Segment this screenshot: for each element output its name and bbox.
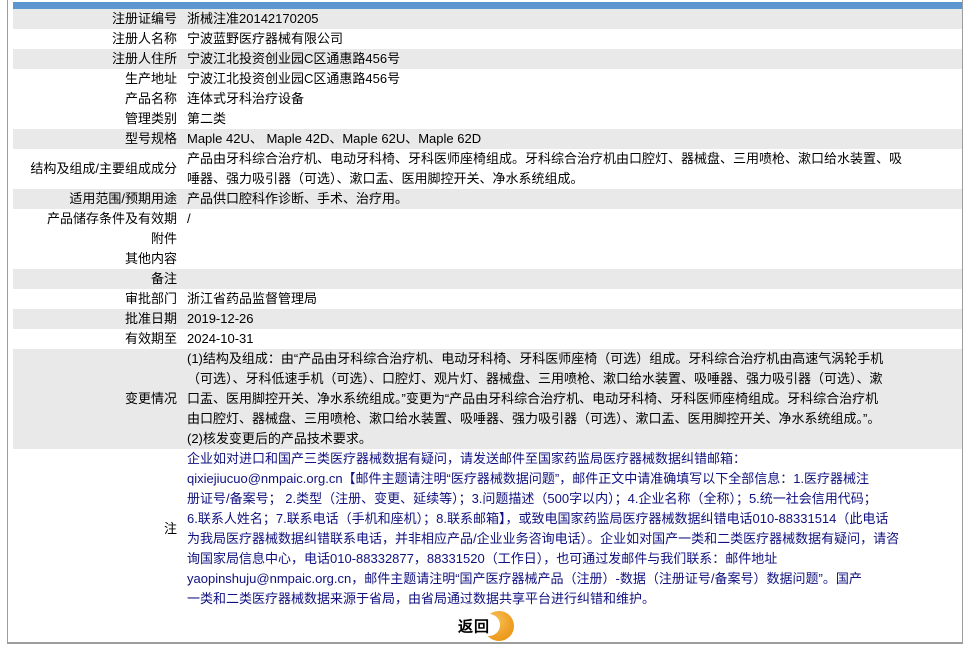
field-value: 2024-10-31 [187,331,254,346]
field-value: 浙械注准20142170205 [187,11,319,26]
table-row-management-class: 管理类别 第二类 [13,109,962,129]
field-label: 注 [163,521,177,536]
field-label: 审批部门 [124,291,177,306]
field-label: 结构及组成/主要组成成分 [30,161,177,176]
field-value: 第二类 [187,111,227,126]
field-value: (1)结构及组成：由“产品由牙科综合治疗机、电动牙科椅、牙科医师座椅（可选）组成… [187,351,884,446]
field-value: / [187,211,191,226]
field-label: 备注 [150,271,177,286]
field-label: 型号规格 [124,131,177,146]
table-row-structure-composition: 结构及组成/主要组成成分 产品由牙科综合治疗机、电动牙科椅、牙科医师座椅组成。牙… [13,149,962,189]
field-label: 有效期至 [124,331,177,346]
return-button[interactable]: 返回 [456,610,514,642]
field-label: 生产地址 [124,71,177,86]
field-label: 产品名称 [124,91,177,106]
field-value: 产品由牙科综合治疗机、电动牙科椅、牙科医师座椅组成。牙科综合治疗机由口腔灯、器械… [187,151,903,186]
field-value: 宁波蓝野医疗器械有限公司 [187,31,344,46]
table-row-change-history: 变更情况 (1)结构及组成：由“产品由牙科综合治疗机、电动牙科椅、牙科医师座椅（… [13,349,962,449]
table-row-model-spec: 型号规格 Maple 42U、 Maple 42D、Maple 62U、Mapl… [13,129,962,149]
field-label: 注册人名称 [111,31,177,46]
field-label: 变更情况 [124,391,177,406]
table-row-registrant-name: 注册人名称 宁波蓝野医疗器械有限公司 [13,29,962,49]
return-button-label: 返回 [458,618,491,636]
field-value: 宁波江北投资创业园C区通惠路456号 [187,71,401,86]
field-label: 产品储存条件及有效期 [46,211,177,226]
field-value: 2019-12-26 [187,311,254,326]
field-value: 宁波江北投资创业园C区通惠路456号 [187,51,401,66]
table-row-note: 注 企业如对进口和国产三类医疗器械数据有疑问，请发送邮件至国家药监局医疗器械数据… [13,449,962,609]
table-row-registrant-address: 注册人住所 宁波江北投资创业园C区通惠路456号 [13,49,962,69]
table-header-bar [13,2,962,9]
field-label: 适用范围/预期用途 [69,191,177,206]
registration-detail-page: 注册证编号 浙械注准20142170205 注册人名称 宁波蓝野医疗器械有限公司… [7,0,963,644]
table-row-certificate-number: 注册证编号 浙械注准20142170205 [13,9,962,29]
table-row-remarks: 备注 [13,269,962,289]
field-label: 注册证编号 [111,11,177,26]
table-row-intended-use: 适用范围/预期用途 产品供口腔科作诊断、手术、治疗用。 [13,189,962,209]
footer: 返回 [8,609,962,643]
table-row-approval-date: 批准日期 2019-12-26 [13,309,962,329]
field-value: 产品供口腔科作诊断、手术、治疗用。 [187,191,409,206]
field-value [181,269,962,289]
table-row-attachments: 附件 [13,229,962,249]
field-label: 附件 [150,231,177,246]
field-value: 浙江省药品监督管理局 [187,291,318,306]
table-row-product-name: 产品名称 连体式牙科治疗设备 [13,89,962,109]
field-label: 其他内容 [124,251,177,266]
field-value: 企业如对进口和国产三类医疗器械数据有疑问，请发送邮件至国家药监局医疗器械数据纠错… [187,451,900,606]
table-row-approval-department: 审批部门 浙江省药品监督管理局 [13,289,962,309]
field-value [181,229,962,249]
table-row-storage-validity: 产品储存条件及有效期 / [13,209,962,229]
field-value: Maple 42U、 Maple 42D、Maple 62U、Maple 62D [187,131,482,146]
field-value: 连体式牙科治疗设备 [187,91,305,106]
field-label: 注册人住所 [111,51,177,66]
registration-table: 注册证编号 浙械注准20142170205 注册人名称 宁波蓝野医疗器械有限公司… [13,9,962,609]
table-row-other-content: 其他内容 [13,249,962,269]
table-row-valid-until: 有效期至 2024-10-31 [13,329,962,349]
field-label: 管理类别 [124,111,177,126]
field-value [181,249,962,269]
table-row-production-address: 生产地址 宁波江北投资创业园C区通惠路456号 [13,69,962,89]
field-label: 批准日期 [124,311,177,326]
